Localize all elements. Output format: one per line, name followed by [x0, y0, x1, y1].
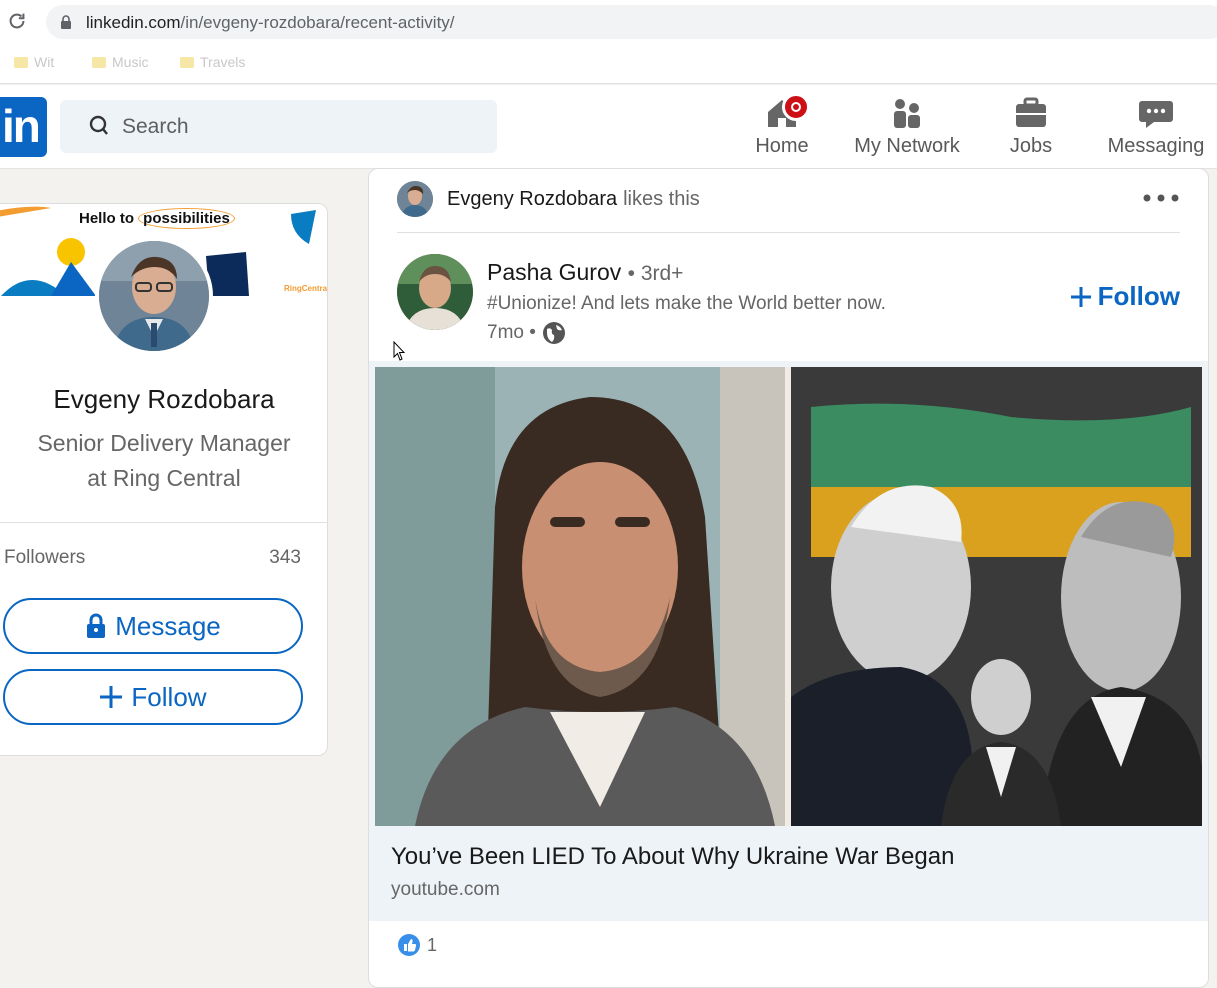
shared-link-preview[interactable]: You’ve Been LIED To About Why Ukraine Wa…	[369, 361, 1208, 921]
linkedin-nav: in Home My Network Jobs	[0, 85, 1217, 169]
bookmark-music[interactable]: Music	[92, 54, 149, 70]
headline-line-1: Senior Delivery Manager	[37, 430, 291, 456]
bookmarks-bar: Wit Music Travels	[0, 44, 1217, 84]
mouse-cursor-icon	[393, 341, 405, 361]
liker-name[interactable]: Evgeny Rozdobara	[447, 188, 617, 211]
thumbnail-right-panel	[791, 367, 1202, 826]
cover-text: Hello to possibilities	[79, 208, 235, 229]
author-name[interactable]: Pasha Gurov • 3rd+	[487, 259, 683, 286]
search-icon	[89, 115, 108, 135]
plus-icon	[1070, 286, 1091, 307]
divider	[397, 232, 1180, 233]
author-avatar[interactable]	[397, 254, 473, 330]
follow-button[interactable]: Follow	[3, 669, 303, 725]
bookmark-wit[interactable]: Wit	[14, 54, 54, 70]
link-title[interactable]: You’ve Been LIED To About Why Ukraine Wa…	[391, 843, 954, 871]
likes-row: Evgeny Rozdobara likes this	[397, 181, 700, 217]
liker-photo	[397, 181, 433, 217]
author-tagline: #Unionize! And lets make the World bette…	[487, 293, 886, 314]
nav-jobs[interactable]: Jobs	[996, 93, 1066, 163]
reaction-count: 1	[427, 934, 438, 955]
link-source: youtube.com	[391, 879, 500, 900]
profile-avatar[interactable]	[95, 237, 213, 355]
globe-icon	[542, 322, 565, 344]
profile-card: Hello to possibilities RingCentral Evgen…	[0, 203, 328, 756]
message-button[interactable]: Message	[3, 598, 303, 654]
nav-my-network-label: My Network	[854, 135, 960, 157]
connection-degree: • 3rd+	[627, 262, 684, 285]
search-box[interactable]	[60, 100, 497, 153]
nav-home[interactable]: Home	[742, 93, 822, 163]
reload-icon[interactable]	[6, 10, 28, 32]
browser-url-bar: linkedin.com/in/evgeny-rozdobara/recent-…	[0, 0, 1217, 44]
post-time: 7mo •	[487, 321, 566, 345]
jobs-icon	[1016, 97, 1046, 127]
profile-name[interactable]: Evgeny Rozdobara	[1, 384, 327, 415]
feed-post-card: Evgeny Rozdobara likes this Pasha Gurov …	[368, 168, 1209, 988]
nav-messaging-label: Messaging	[1107, 135, 1205, 157]
more-options-icon[interactable]	[1142, 193, 1180, 203]
nav-my-network[interactable]: My Network	[846, 93, 968, 163]
post-time-text: 7mo •	[487, 322, 536, 343]
search-input[interactable]	[122, 112, 482, 142]
lock-icon	[87, 613, 106, 638]
post-follow-button[interactable]: Follow	[1070, 281, 1180, 312]
liker-avatar[interactable]	[397, 181, 433, 217]
like-reaction-icon	[398, 934, 420, 956]
bookmark-travels[interactable]: Travels	[180, 54, 245, 70]
cover-brand-logo: RingCentral	[284, 284, 328, 293]
messaging-icon	[1139, 101, 1173, 128]
message-label: Message	[115, 610, 221, 641]
address-bar[interactable]: linkedin.com/in/evgeny-rozdobara/recent-…	[46, 5, 1217, 39]
likes-suffix: likes this	[623, 187, 700, 210]
nav-jobs-label: Jobs	[1009, 135, 1053, 157]
lock-icon	[61, 15, 71, 29]
folder-icon	[14, 56, 28, 68]
profile-photo	[99, 241, 209, 351]
nav-home-label: Home	[755, 135, 809, 157]
notification-badge	[782, 93, 810, 121]
thumbnail-left-panel	[375, 367, 785, 826]
folder-icon	[180, 56, 194, 68]
url-text: linkedin.com/in/evgeny-rozdobara/recent-…	[86, 13, 455, 32]
thumbnail-right-image	[791, 367, 1202, 826]
video-thumbnail[interactable]	[375, 367, 1202, 826]
followers-count: 343	[269, 547, 301, 568]
post-follow-label: Follow	[1097, 281, 1180, 311]
plus-icon	[100, 686, 123, 708]
author-photo	[397, 254, 473, 330]
thumbnail-left-image	[375, 367, 785, 826]
divider	[0, 522, 327, 523]
network-icon	[894, 99, 920, 128]
followers-label: Followers	[4, 547, 86, 568]
folder-icon	[92, 56, 106, 68]
headline-line-2: at Ring Central	[87, 465, 241, 491]
follow-label: Follow	[131, 681, 207, 712]
reactions-summary[interactable]: 1	[397, 933, 437, 957]
profile-headline: Senior Delivery Manager at Ring Central	[21, 426, 307, 496]
linkedin-logo[interactable]: in	[0, 97, 47, 157]
nav-messaging[interactable]: Messaging	[1100, 93, 1212, 163]
